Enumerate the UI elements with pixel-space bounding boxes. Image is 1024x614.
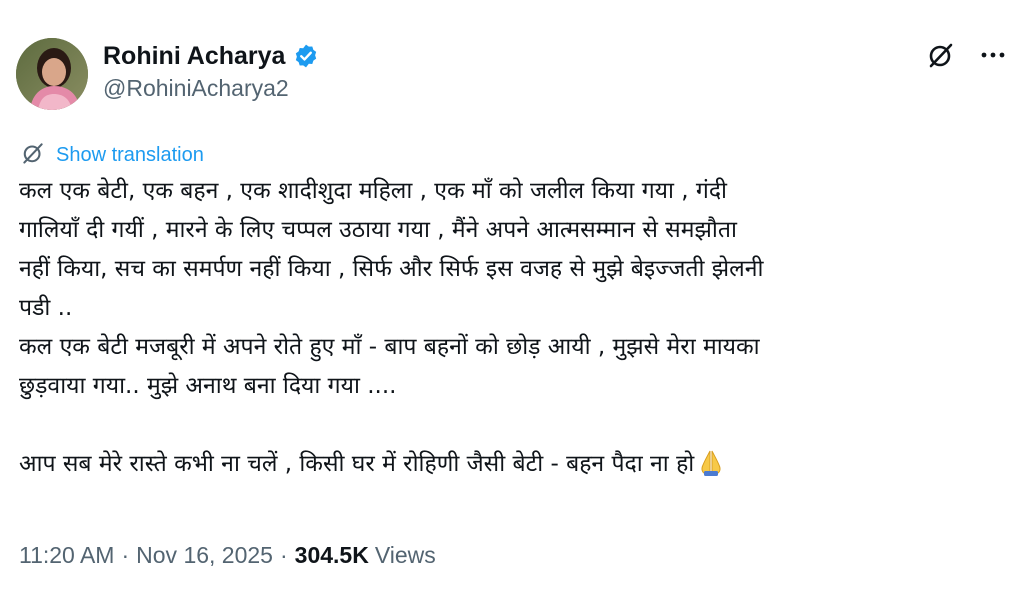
tweet-card: Rohini Acharya @RohiniAcharya2 Show tran… bbox=[0, 0, 1024, 614]
tweet-line: गालियाँ दी गयीं , मारने के लिए चप्पल उठा… bbox=[19, 217, 737, 243]
author-name-row: Rohini Acharya bbox=[103, 40, 319, 72]
author-name[interactable]: Rohini Acharya bbox=[103, 42, 285, 71]
show-translation-label: Show translation bbox=[56, 143, 204, 166]
tweet-line: कल एक बेटी मजबूरी में अपने रोते हुए माँ … bbox=[19, 334, 760, 360]
show-translation-link[interactable]: Show translation bbox=[20, 140, 204, 170]
tweet-line: नहीं किया, सच का समर्पण नहीं किया , सिर्… bbox=[19, 256, 764, 282]
tweet-line: छुड़वाया गया.. मुझे अनाथ बना दिया गया ..… bbox=[19, 373, 397, 399]
views-label[interactable]: Views bbox=[375, 542, 436, 569]
tweet-line-text: आप सब मेरे रास्ते कभी ना चलें , किसी घर … bbox=[19, 451, 695, 477]
meta-separator: · bbox=[279, 542, 288, 568]
avatar[interactable] bbox=[16, 38, 88, 110]
tweet-line: कल एक बेटी, एक बहन , एक शादीशुदा महिला ,… bbox=[19, 178, 727, 204]
verified-badge-icon[interactable] bbox=[293, 43, 319, 69]
meta-separator: · bbox=[121, 542, 130, 568]
author-handle[interactable]: @RohiniAcharya2 bbox=[103, 75, 289, 102]
top-actions bbox=[926, 40, 1008, 70]
views-count[interactable]: 304.5K bbox=[295, 542, 369, 569]
grok-icon[interactable] bbox=[926, 40, 956, 70]
tweet-meta: 11:20 AM · Nov 16, 2025 · 304.5K Views bbox=[19, 542, 436, 569]
translate-icon bbox=[20, 140, 46, 170]
tweet-line-last: आप सब मेरे रास्ते कभी ना चलें , किसी घर … bbox=[19, 445, 1009, 484]
tweet-line: पडी .. bbox=[19, 295, 73, 321]
tweet-text: कल एक बेटी, एक बहन , एक शादीशुदा महिला ,… bbox=[19, 172, 1009, 484]
tweet-date[interactable]: Nov 16, 2025 bbox=[136, 542, 273, 569]
folded-hands-emoji bbox=[696, 447, 726, 477]
tweet-time[interactable]: 11:20 AM bbox=[19, 542, 114, 569]
more-options-icon[interactable] bbox=[978, 40, 1008, 70]
